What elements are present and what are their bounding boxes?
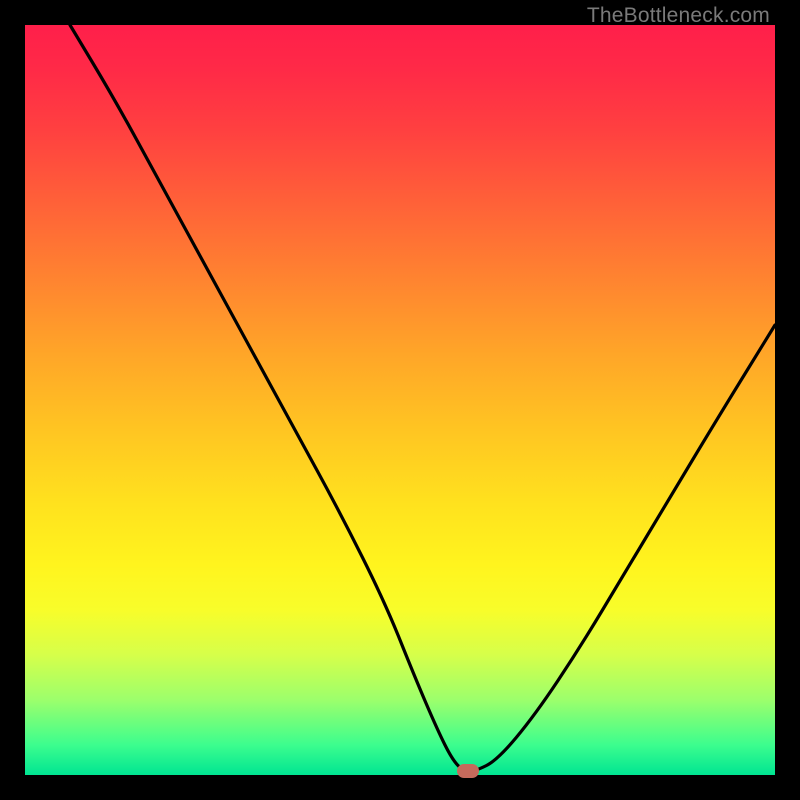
chart-frame [25,25,775,775]
watermark-text: TheBottleneck.com [587,4,770,28]
bottleneck-curve [25,25,775,775]
min-point-marker [457,764,479,778]
